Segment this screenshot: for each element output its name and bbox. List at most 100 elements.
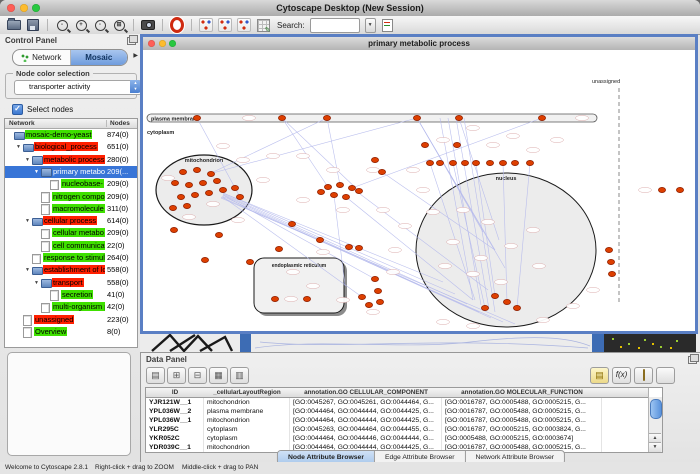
table-row[interactable]: YPL036W__2plasma membrane[GO:0044464, GO… <box>146 407 648 416</box>
search-dropdown-button[interactable]: ▼ <box>365 18 376 33</box>
expand-arrow-icon[interactable]: ▼ <box>34 169 39 175</box>
network-node[interactable] <box>486 160 493 165</box>
network-node[interactable] <box>169 205 176 210</box>
table-cell[interactable]: YPL036W__2 <box>146 407 204 416</box>
network-node[interactable] <box>374 288 381 293</box>
table-cell[interactable]: [GO:0045263, GO:0044464, GO:0044455, G..… <box>290 425 442 434</box>
network-node[interactable] <box>538 115 545 120</box>
network-node[interactable] <box>453 142 460 147</box>
network-node[interactable] <box>676 187 683 192</box>
annotation-button[interactable] <box>381 18 395 32</box>
tab-overflow-button[interactable]: ▶ <box>133 52 138 59</box>
network-node[interactable] <box>317 189 324 194</box>
network-node[interactable] <box>179 169 186 174</box>
zoom-out-button[interactable]: - <box>55 18 69 32</box>
table-cell[interactable]: [GO:0005488, GO:0005215, GO:0003674] <box>442 434 602 443</box>
network-node[interactable] <box>605 247 612 252</box>
table-cell[interactable]: [GO:0016787, GO:0005488, GO:0005215, G..… <box>442 407 602 416</box>
table-cell[interactable]: [GO:0044464, GO:0044444, GO:0044425, G..… <box>290 416 442 425</box>
network-node[interactable] <box>171 180 178 185</box>
tree-row[interactable]: multi-organism pro42(0) <box>5 301 137 313</box>
network-node[interactable] <box>185 182 192 187</box>
expand-arrow-icon[interactable]: ▼ <box>25 157 30 163</box>
network-node[interactable] <box>278 115 285 120</box>
tab-network[interactable]: Network <box>13 50 71 65</box>
create-attribute-button[interactable]: ⊞ <box>167 367 186 384</box>
network-window-titlebar[interactable]: primary metabolic process <box>143 37 695 51</box>
column-header[interactable]: _cellularLayoutRegion <box>204 388 291 398</box>
table-row[interactable]: YJR121W__1mitochondrion[GO:0045267, GO:0… <box>146 398 648 407</box>
table-row[interactable]: YKR052Ccytoplasm[GO:0044464, GO:0044446,… <box>146 434 648 443</box>
tree-row[interactable]: Overview8(0) <box>5 326 137 338</box>
network-node[interactable] <box>246 259 253 264</box>
select-attributes-button[interactable]: ▤ <box>146 367 165 384</box>
table-cell[interactable]: [GO:0044464, GO:0044444, GO:0044425, G..… <box>290 407 442 416</box>
tree-row[interactable]: ▼biological_process651(0) <box>5 141 137 153</box>
tree-row[interactable]: macromolecule311(0) <box>5 203 137 215</box>
scrollbar-thumb[interactable] <box>650 399 662 419</box>
tree-row[interactable]: ▼primary metabo209(... <box>5 166 137 178</box>
expand-arrow-icon[interactable]: ▼ <box>25 218 30 224</box>
tree-row[interactable]: response to stimul264(0) <box>5 252 137 264</box>
network-node[interactable] <box>236 194 243 199</box>
table-cell[interactable]: [GO:0016787, GO:0005488, GO:0005215, G..… <box>442 416 602 425</box>
node-color-dropdown[interactable]: transporter activity ▲▼ <box>14 80 142 95</box>
network-node[interactable] <box>526 160 533 165</box>
network-node[interactable] <box>288 221 295 226</box>
expand-arrow-icon[interactable]: ▼ <box>16 144 21 150</box>
network-node[interactable] <box>378 169 385 174</box>
network-node[interactable] <box>376 299 383 304</box>
save-session-button[interactable] <box>26 18 40 32</box>
zoom-fit-button[interactable]: ⊞ <box>112 18 126 32</box>
network-node[interactable] <box>607 259 614 264</box>
network-node[interactable] <box>608 271 615 276</box>
network-node[interactable] <box>421 142 428 147</box>
close-view-button[interactable] <box>148 40 155 47</box>
table-cell[interactable]: YJR121W__1 <box>146 398 204 407</box>
function-builder-button[interactable]: f(x) <box>612 367 631 384</box>
tree-row[interactable]: secretion41(0) <box>5 289 137 301</box>
column-header[interactable]: ID <box>146 388 205 398</box>
zoom-selected-button[interactable]: ▫ <box>93 18 107 32</box>
network-node[interactable] <box>324 184 331 189</box>
table-row[interactable]: YPL036W__1mitochondrion[GO:0044464, GO:0… <box>146 416 648 425</box>
table-cell[interactable]: YLR295C <box>146 425 204 434</box>
network-canvas[interactable]: plasma membranecytoplasmmitochondrionnuc… <box>143 50 695 331</box>
network-node[interactable] <box>303 296 310 301</box>
network-node[interactable] <box>345 244 352 249</box>
network-node[interactable] <box>371 157 378 162</box>
network-node[interactable] <box>503 299 510 304</box>
network-node[interactable] <box>213 178 220 183</box>
tree-row[interactable]: cell communicat22(0) <box>5 240 137 252</box>
edge-appearance-button[interactable] <box>218 18 232 32</box>
table-cell[interactable]: [GO:0016787, GO:0005488, GO:0005215, G..… <box>442 398 602 407</box>
tree-row[interactable]: mosaic-demo-yeast874(0) <box>5 129 137 141</box>
tab-mosaic[interactable]: Mosaic <box>71 50 128 65</box>
network-node[interactable] <box>461 160 468 165</box>
table-cell[interactable]: cytoplasm <box>204 425 290 434</box>
network-node[interactable] <box>658 187 665 192</box>
network-node[interactable] <box>348 185 355 190</box>
network-node[interactable] <box>199 180 206 185</box>
network-node[interactable] <box>231 185 238 190</box>
network-node[interactable] <box>275 246 282 251</box>
scroll-down-button[interactable]: ▼ <box>649 442 661 452</box>
select-nodes-checkbox[interactable]: ✓ <box>12 104 23 115</box>
network-node[interactable] <box>219 187 226 192</box>
import-attributes-button[interactable] <box>634 367 653 384</box>
node-appearance-button[interactable] <box>199 18 213 32</box>
nodes-column-header[interactable]: Nodes <box>106 120 130 127</box>
float-panel-icon[interactable] <box>688 356 697 364</box>
network-node[interactable] <box>323 115 330 120</box>
clear-table-button[interactable]: ▥ <box>230 367 249 384</box>
table-cell[interactable]: mitochondrion <box>204 416 290 425</box>
snapshot-button[interactable] <box>141 18 155 32</box>
network-node[interactable] <box>355 245 362 250</box>
vizmapper-edit-button[interactable] <box>237 18 251 32</box>
network-node[interactable] <box>491 293 498 298</box>
network-node[interactable] <box>271 296 278 301</box>
network-column-header[interactable]: Network <box>9 120 35 127</box>
column-header[interactable] <box>602 388 649 398</box>
table-cell[interactable]: [GO:0045267, GO:0045261, GO:0044464, G..… <box>290 398 442 407</box>
zoom-view-button[interactable] <box>169 40 176 47</box>
